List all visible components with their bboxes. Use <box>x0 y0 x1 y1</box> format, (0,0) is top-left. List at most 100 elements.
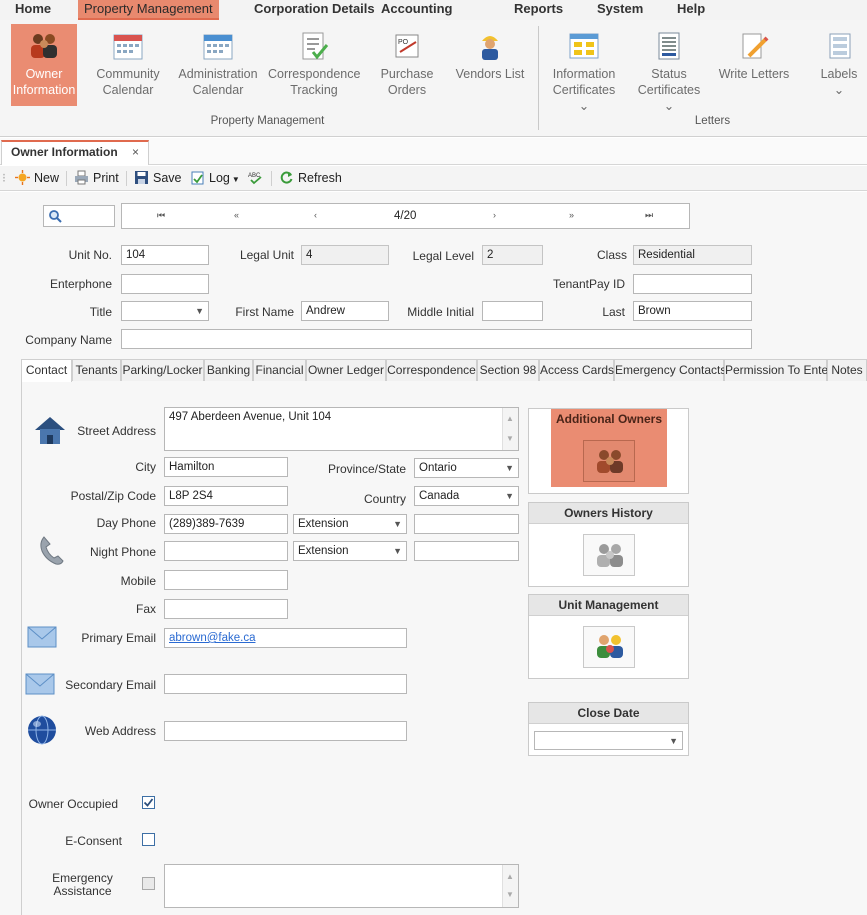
scrollbar[interactable]: ▲ ▼ <box>502 865 518 907</box>
refresh-button[interactable]: Refresh <box>279 170 342 188</box>
log-button[interactable]: Log ▼ <box>190 170 240 188</box>
menu-reports[interactable]: Reports <box>508 0 569 20</box>
certificate-icon <box>569 33 599 59</box>
menu-accounting[interactable]: Accounting <box>375 0 459 20</box>
menu-property-management[interactable]: Property Management <box>78 0 219 20</box>
owners-history-panel: Owners History <box>528 502 689 587</box>
log-icon <box>191 171 204 185</box>
community-calendar-button[interactable]: Community Calendar <box>94 24 162 106</box>
new-button[interactable]: New <box>15 170 59 188</box>
tab-parking-locker[interactable]: Parking/Locker <box>121 359 204 381</box>
tab-owner-ledger[interactable]: Owner Ledger <box>306 359 386 381</box>
emergency-assistance-checkbox[interactable] <box>142 877 155 890</box>
tab-banking[interactable]: Banking <box>204 359 253 381</box>
enterphone-field[interactable] <box>121 274 209 294</box>
tenantpay-id-field[interactable] <box>633 274 752 294</box>
chevron-down-icon: ▼ <box>231 175 240 184</box>
phone-icon <box>40 536 64 565</box>
status-certificates-button[interactable]: Status Certificates ⌄ <box>631 24 707 113</box>
tab-permission-to-enter[interactable]: Permission To Enter <box>724 359 832 381</box>
fax-field[interactable] <box>164 599 288 619</box>
next-record-button[interactable]: › <box>493 210 496 220</box>
primary-email-field[interactable]: abrown@fake.ca <box>164 628 407 648</box>
information-certificates-button[interactable]: Information Certificates ⌄ <box>546 24 622 113</box>
street-address-label: Street Address <box>77 424 156 438</box>
spell-check-button[interactable]: ABC <box>248 170 267 188</box>
last-record-button[interactable]: ⏭ <box>645 210 653 221</box>
previous-record-button[interactable]: ‹ <box>314 210 317 220</box>
labels-button[interactable]: Labels ⌄ <box>814 24 864 106</box>
menu-help[interactable]: Help <box>671 0 711 20</box>
class-field[interactable]: Residential <box>633 245 752 265</box>
day-phone-label: Day Phone <box>96 516 156 530</box>
middle-initial-field[interactable] <box>482 301 543 321</box>
night-phone-label: Night Phone <box>89 545 156 559</box>
legal-level-field[interactable]: 2 <box>482 245 543 265</box>
owners-history-header: Owners History <box>529 503 688 524</box>
emergency-assistance-notes[interactable]: ▲ ▼ <box>164 864 519 908</box>
street-address-field[interactable]: 497 Aberdeen Avenue, Unit 104 ▲ ▼ <box>164 407 519 451</box>
e-consent-checkbox[interactable] <box>142 833 155 846</box>
next-page-button[interactable]: » <box>569 210 574 220</box>
menu-corporation-details[interactable]: Corporation Details <box>248 0 381 20</box>
close-icon[interactable]: × <box>132 142 139 163</box>
title-dropdown[interactable]: ▼ <box>121 301 209 321</box>
menu-bar: Home Property Management Corporation Det… <box>0 0 867 20</box>
ribbon-label: Certificates ⌄ <box>552 83 616 113</box>
unit-no-field[interactable]: 104 <box>121 245 209 265</box>
menu-home[interactable]: Home <box>9 0 57 20</box>
day-phone-extension-dropdown[interactable]: Extension ▼ <box>293 514 407 534</box>
tab-notes[interactable]: Notes <box>827 359 867 381</box>
first-record-button[interactable]: ⏮ <box>157 210 165 221</box>
owner-occupied-checkbox[interactable] <box>142 796 155 809</box>
web-address-field[interactable] <box>164 721 407 741</box>
tab-financial[interactable]: Financial <box>253 359 306 381</box>
save-icon <box>135 171 148 184</box>
purchase-orders-button[interactable]: PO Purchase Orders <box>376 24 438 106</box>
mobile-field[interactable] <box>164 570 288 590</box>
night-phone-field[interactable] <box>164 541 288 561</box>
tab-emergency-contacts[interactable]: Emergency Contacts <box>614 359 726 381</box>
secondary-email-field[interactable] <box>164 674 407 694</box>
save-button[interactable]: Save <box>134 170 182 188</box>
spell-check-icon: ABC <box>248 173 262 185</box>
checkmark-icon <box>143 798 154 807</box>
night-phone-extension-dropdown[interactable]: Extension ▼ <box>293 541 407 561</box>
country-dropdown[interactable]: Canada ▼ <box>414 486 519 506</box>
owner-information-button[interactable]: Owner Information <box>11 24 77 106</box>
tab-correspondence[interactable]: Correspondence <box>386 359 477 381</box>
postal-code-field[interactable]: L8P 2S4 <box>164 486 288 506</box>
unit-management-button[interactable] <box>583 626 635 668</box>
administration-calendar-button[interactable]: Administration Calendar <box>177 24 259 106</box>
owner-information-tab[interactable]: Owner Information × <box>1 140 149 165</box>
menu-system[interactable]: System <box>591 0 649 20</box>
owners-history-button[interactable] <box>583 534 635 576</box>
vendors-list-button[interactable]: Vendors List <box>452 24 528 106</box>
last-name-field[interactable]: Brown <box>633 301 752 321</box>
day-phone-extension-field[interactable] <box>414 514 519 534</box>
day-phone-field[interactable]: (289)389-7639 <box>164 514 288 534</box>
street-address-value: 497 Aberdeen Avenue, Unit 104 <box>169 411 332 423</box>
city-field[interactable]: Hamilton <box>164 457 288 477</box>
night-phone-extension-field[interactable] <box>414 541 519 561</box>
previous-page-button[interactable]: « <box>234 210 239 220</box>
legal-unit-field[interactable]: 4 <box>301 245 389 265</box>
tab-tenants[interactable]: Tenants <box>72 359 121 381</box>
province-dropdown[interactable]: Ontario ▼ <box>414 458 519 478</box>
scrollbar[interactable]: ▲ ▼ <box>502 408 518 450</box>
print-button[interactable]: Print <box>74 170 119 188</box>
chevron-down-icon: ▼ <box>505 491 514 501</box>
first-name-field[interactable]: Andrew <box>301 301 389 321</box>
tab-access-cards[interactable]: Access Cards <box>539 359 614 381</box>
company-name-field[interactable] <box>121 329 752 349</box>
search-input[interactable] <box>43 205 115 227</box>
close-date-picker[interactable]: ▼ <box>534 731 683 750</box>
primary-email-link[interactable]: abrown@fake.ca <box>169 632 255 644</box>
additional-owners-button[interactable] <box>583 440 635 482</box>
tab-contact[interactable]: Contact <box>21 359 72 382</box>
print-icon <box>75 170 88 185</box>
write-letters-button[interactable]: Write Letters <box>716 24 792 106</box>
ribbon-label: Status <box>651 67 687 81</box>
correspondence-tracking-button[interactable]: Correspondence Tracking <box>268 24 360 106</box>
tab-section-98[interactable]: Section 98 <box>477 359 539 381</box>
